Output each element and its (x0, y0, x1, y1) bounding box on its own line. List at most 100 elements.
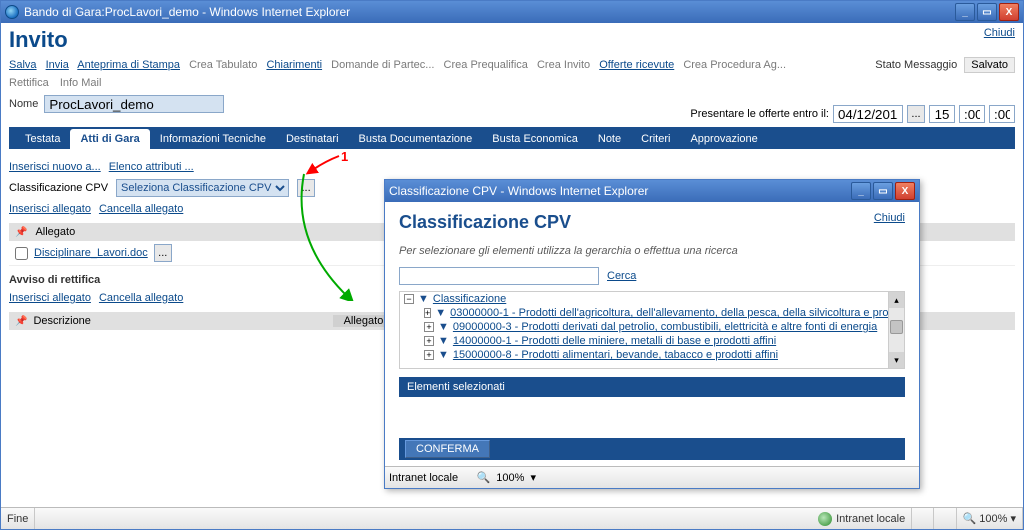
page-title: Invito (9, 27, 68, 53)
popup-confirm-bar: CONFERMA (399, 438, 905, 460)
date-picker-button[interactable]: ... (907, 105, 925, 123)
attachment-more-button[interactable]: ... (154, 244, 172, 262)
nome-input[interactable] (44, 95, 224, 113)
minimize-button[interactable]: _ (955, 3, 975, 21)
min-input[interactable] (959, 105, 985, 123)
hour-input[interactable] (929, 105, 955, 123)
popup-maximize-button[interactable]: ▭ (873, 182, 893, 200)
popup-window-title: Classificazione CPV - Windows Internet E… (389, 184, 851, 198)
pin-icon (15, 226, 27, 238)
elenco-attributi-link[interactable]: Elenco attributi ... (109, 161, 194, 173)
chiudi-link[interactable]: Chiudi (984, 27, 1015, 39)
search-input[interactable] (399, 267, 599, 285)
tab-bar: Testata Atti di Gara Informazioni Tecnic… (9, 127, 1015, 149)
tree-triangle-icon: ▼ (418, 293, 429, 305)
crea-tabulato-link: Crea Tabulato (189, 59, 257, 71)
tab-testata[interactable]: Testata (15, 129, 70, 149)
tree-node-3[interactable]: 14000000-1 - Prodotti delle miniere, met… (453, 335, 776, 347)
anteprima-link[interactable]: Anteprima di Stampa (77, 59, 180, 71)
attachment-checkbox[interactable] (15, 247, 28, 260)
deadline-row: Presentare le offerte entro il: ... (690, 105, 1015, 123)
annotation-1-label: 1 (341, 149, 348, 164)
domande-link: Domande di Partec... (331, 59, 434, 71)
class-cpv-select[interactable]: Seleziona Classificazione CPV (116, 179, 289, 197)
cancella-allegato-link[interactable]: Cancella allegato (99, 203, 183, 215)
status-sep1 (912, 508, 934, 529)
tree-expander[interactable]: − (404, 294, 414, 304)
popup-zoom-control[interactable]: 100% ▾ (476, 471, 536, 484)
status-intranet: Intranet locale (812, 508, 912, 529)
invia-link[interactable]: Invia (46, 59, 69, 71)
close-button[interactable]: X (999, 3, 1019, 21)
tree-expander[interactable]: + (424, 322, 434, 332)
ie-icon (5, 5, 19, 19)
popup-chiudi-link[interactable]: Chiudi (874, 212, 905, 224)
tab-busta-eco[interactable]: Busta Economica (482, 129, 588, 149)
tree-node-1[interactable]: 03000000-1 - Prodotti dell'agricoltura, … (450, 307, 905, 319)
salva-link[interactable]: Salva (9, 59, 37, 71)
tree-expander[interactable]: + (424, 308, 431, 318)
popup-status-sep (458, 472, 467, 484)
window-controls: _ ▭ X (955, 3, 1019, 21)
chevron-down-icon: ▾ (1007, 512, 1016, 525)
tree-expander[interactable]: + (424, 350, 434, 360)
scroll-thumb[interactable] (890, 320, 903, 334)
tree-node-4[interactable]: 15000000-8 - Prodotti alimentari, bevand… (453, 349, 778, 361)
chiarimenti-link[interactable]: Chiarimenti (266, 59, 322, 71)
allegato-head-label: Allegato (35, 226, 75, 238)
descrizione-col: Descrizione (33, 315, 333, 327)
scroll-up-icon[interactable]: ▴ (889, 292, 904, 308)
tab-criteri[interactable]: Criteri (631, 129, 680, 149)
tab-atti[interactable]: Atti di Gara (70, 129, 149, 149)
date-input[interactable] (833, 105, 903, 123)
rettifica-text: Rettifica (9, 77, 49, 89)
popup-instruction: Per selezionare gli elementi utilizza la… (399, 245, 905, 257)
popup-statusbar: Intranet locale 100% ▾ (385, 466, 919, 488)
search-row: Cerca (399, 267, 905, 285)
status-fine: Fine (1, 508, 35, 529)
inserisci-allegato-link-2[interactable]: Inserisci allegato (9, 292, 91, 304)
tree-triangle-icon: ▼ (438, 349, 449, 361)
action-toolbar: Salva Invia Anteprima di Stampa Crea Tab… (9, 59, 1015, 71)
cerca-link[interactable]: Cerca (607, 270, 636, 282)
conferma-button[interactable]: CONFERMA (405, 440, 490, 458)
attachment-file-link[interactable]: Disciplinare_Lavori.doc (34, 247, 148, 259)
inserisci-nuovo-link[interactable]: Inserisci nuovo a... (9, 161, 101, 173)
popup-titlebar: Classificazione CPV - Windows Internet E… (385, 180, 919, 202)
sec-input[interactable] (989, 105, 1015, 123)
tab-info[interactable]: Informazioni Tecniche (150, 129, 276, 149)
green-arrow-icon (299, 171, 354, 301)
inserisci-allegato-link[interactable]: Inserisci allegato (9, 203, 91, 215)
offerte-link[interactable]: Offerte ricevute (599, 59, 674, 71)
tree-root-link[interactable]: Classificazione (433, 293, 506, 305)
red-arrow-icon (311, 153, 341, 173)
zoom-control[interactable]: 100% ▾ (957, 508, 1023, 529)
class-cpv-label: Classificazione CPV (9, 182, 108, 194)
tree-triangle-icon: ▼ (435, 307, 446, 319)
tree-node-2[interactable]: 09000000-3 - Prodotti derivati dal petro… (453, 321, 877, 333)
popup-minimize-button[interactable]: _ (851, 182, 871, 200)
stato-value: Salvato (964, 57, 1015, 73)
maximize-button[interactable]: ▭ (977, 3, 997, 21)
zoom-icon (476, 472, 493, 484)
scroll-down-icon[interactable]: ▾ (889, 352, 904, 368)
tree-expander[interactable]: + (424, 336, 434, 346)
infomail-text: Info Mail (60, 77, 102, 89)
popup-close-button[interactable]: X (895, 182, 915, 200)
main-statusbar: Fine Intranet locale 100% ▾ (1, 507, 1023, 529)
cancella-allegato-link-2[interactable]: Cancella allegato (99, 292, 183, 304)
pin-icon (15, 315, 27, 327)
tree-triangle-icon: ▼ (438, 321, 449, 333)
tab-destinatari[interactable]: Destinatari (276, 129, 349, 149)
tab-approvazione[interactable]: Approvazione (680, 129, 767, 149)
window-title: Bando di Gara:ProcLavori_demo - Windows … (24, 5, 955, 19)
crea-procedura-link: Crea Procedura Ag... (683, 59, 786, 71)
nome-label: Nome (9, 98, 38, 110)
status-sep2 (934, 508, 956, 529)
tab-busta-doc[interactable]: Busta Documentazione (349, 129, 483, 149)
secondary-toolbar: Rettifica Info Mail (9, 77, 1015, 89)
tree-scrollbar[interactable]: ▴ ▾ (888, 292, 904, 368)
stato-label: Stato Messaggio (875, 59, 957, 71)
tab-note[interactable]: Note (588, 129, 631, 149)
popup-content: Chiudi Classificazione CPV Per seleziona… (385, 202, 919, 466)
